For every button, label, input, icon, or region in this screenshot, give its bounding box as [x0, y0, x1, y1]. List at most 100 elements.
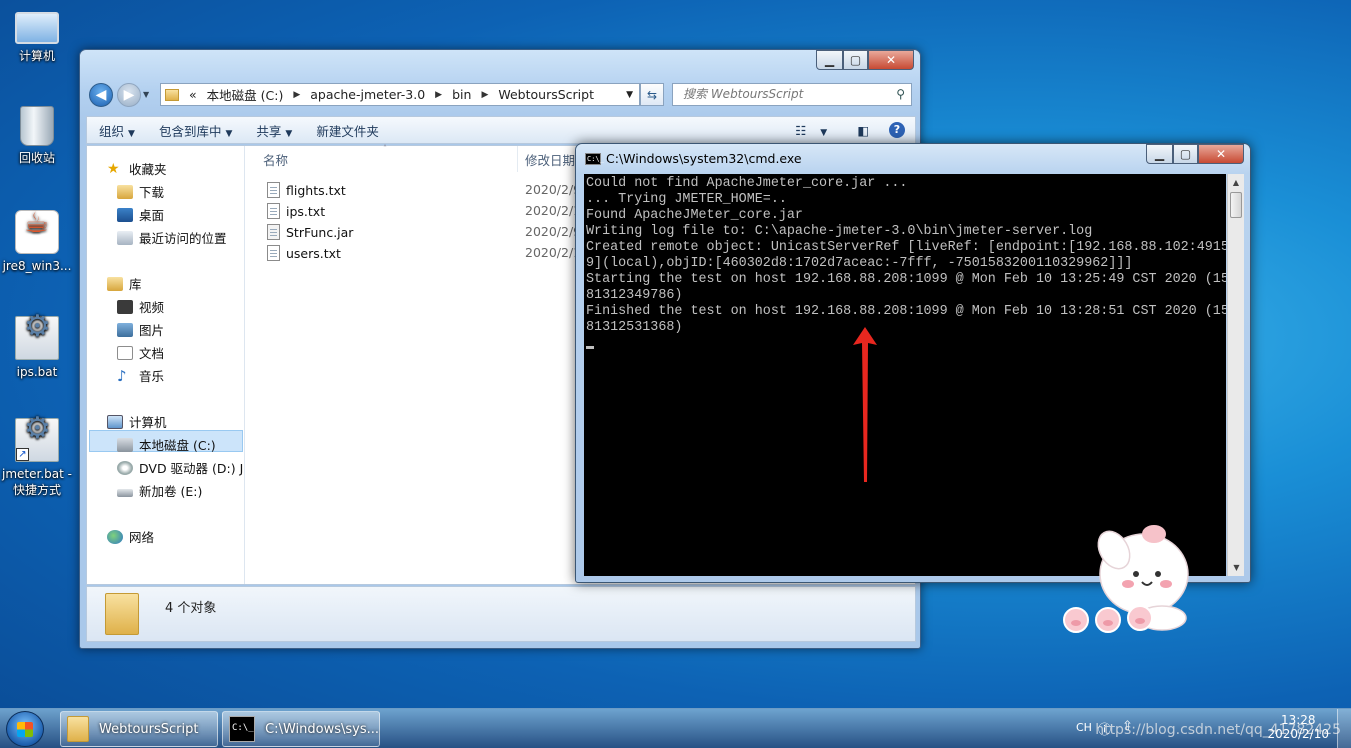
sidebar-item-drive-e[interactable]: 新加卷 (E:) — [117, 481, 202, 500]
desktop-icon-computer[interactable]: 计算机 — [0, 8, 74, 64]
sort-ascending-icon: ˄ — [383, 144, 387, 153]
organize-label: 组织 — [99, 123, 125, 139]
refresh-button[interactable]: ⇆ — [640, 83, 664, 106]
console-line: 81312349786) — [586, 288, 683, 303]
network-icon — [107, 529, 123, 544]
desktop-icon-jmeter-shortcut[interactable]: ↗ jmeter.bat - 快捷方式 — [0, 418, 74, 498]
file-date: 2020/2/9 — [525, 224, 582, 239]
scroll-thumb[interactable] — [1230, 192, 1242, 218]
minimize-button[interactable]: ▁ — [1146, 144, 1173, 164]
share-menu[interactable]: 共享 ▼ — [244, 121, 304, 140]
console-icon[interactable]: C:\_ — [585, 153, 604, 165]
sidebar-item-pictures[interactable]: 图片 — [117, 320, 164, 339]
desktop-icon-label: 快捷方式 — [12, 483, 61, 497]
breadcrumb-bin[interactable]: bin — [452, 87, 471, 102]
close-button[interactable]: ✕ — [868, 50, 914, 70]
libraries-icon — [107, 276, 123, 291]
organize-menu[interactable]: 组织 ▼ — [87, 121, 147, 140]
preview-pane-icon[interactable]: ◧ — [857, 123, 869, 138]
text-cursor — [586, 346, 594, 349]
sidebar-label: 收藏夹 — [129, 162, 167, 177]
file-row[interactable]: users.txt — [267, 245, 341, 261]
window-controls: ▁ ▢ ✕ — [816, 50, 914, 70]
breadcrumb-separator-icon[interactable]: ▶ — [435, 90, 442, 100]
taskbar-button-explorer[interactable]: WebtoursScript — [60, 711, 218, 747]
start-button[interactable] — [6, 711, 44, 747]
sidebar-item-computer[interactable]: 计算机 — [107, 412, 167, 431]
sidebar-item-downloads[interactable]: 下载 — [117, 182, 164, 201]
taskbar-button-cmd[interactable]: C:\_ C:\Windows\sys... — [222, 711, 380, 747]
new-folder-button[interactable]: 新建文件夹 — [304, 121, 391, 140]
language-indicator[interactable]: CH — [1076, 721, 1092, 734]
breadcrumb-separator-icon[interactable]: ▶ — [293, 90, 300, 100]
console-line: Finished the test on host 192.168.88.208… — [586, 304, 1226, 319]
taskbar-button-label: C:\Windows\sys... — [265, 721, 379, 737]
sidebar-item-drive-d[interactable]: DVD 驱动器 (D:) Jm — [117, 458, 245, 477]
sidebar-item-libraries[interactable]: 库 — [107, 274, 142, 293]
sidebar-item-music[interactable]: ♪ 音乐 — [117, 366, 164, 385]
sidebar-item-desktop[interactable]: 桌面 — [117, 205, 164, 224]
breadcrumb-jmeter[interactable]: apache-jmeter-3.0 — [310, 87, 425, 102]
sidebar-item-favorites[interactable]: ★ 收藏夹 — [107, 159, 167, 178]
console-line: Starting the test on host 192.168.88.208… — [586, 272, 1226, 287]
include-in-library-menu[interactable]: 包含到库中 ▼ — [147, 121, 244, 140]
details-pane: 4 个对象 — [86, 586, 916, 642]
address-bar[interactable]: « 本地磁盘 (C:) ▶ apache-jmeter-3.0 ▶ bin ▶ … — [160, 83, 640, 106]
refresh-icon: ⇆ — [646, 87, 658, 102]
console-output[interactable]: Could not find ApacheJmeter_core.jar ...… — [584, 174, 1226, 576]
file-row[interactable]: ips.txt — [267, 203, 325, 219]
search-input[interactable]: 搜索 WebtoursScript ⚲ — [672, 83, 912, 106]
forward-button[interactable]: ▶ — [117, 83, 141, 107]
documents-icon — [117, 345, 133, 360]
recent-pages-dropdown[interactable]: ▼ — [143, 90, 149, 99]
star-icon: ★ — [107, 160, 120, 177]
sidebar-label: DVD 驱动器 (D:) Jm — [139, 461, 245, 476]
sidebar-item-videos[interactable]: 视频 — [117, 297, 164, 316]
column-header-name[interactable]: 名称 — [263, 150, 288, 169]
breadcrumb-current[interactable]: WebtoursScript — [498, 87, 594, 102]
clock[interactable]: 13:28 2020/2/10 — [1267, 713, 1329, 741]
desktop-icon-label: jmeter.bat - — [2, 467, 72, 481]
desktop-icon-recycle-bin[interactable]: 回收站 — [0, 106, 74, 166]
maximize-button[interactable]: ▢ — [1173, 144, 1198, 164]
recycle-bin-icon — [20, 106, 54, 146]
computer-icon — [107, 414, 123, 429]
maximize-button[interactable]: ▢ — [843, 50, 868, 70]
scroll-down-icon[interactable]: ▼ — [1228, 559, 1245, 576]
window-controls: ▁ ▢ ✕ — [1146, 144, 1244, 164]
sidebar-item-drive-c[interactable]: 本地磁盘 (C:) — [117, 435, 216, 454]
taskbar-button-label: WebtoursScript — [99, 721, 199, 737]
sidebar-item-network[interactable]: 网络 — [107, 527, 154, 546]
desktop-icon-ips-bat[interactable]: ips.bat — [0, 316, 74, 380]
desktop-icon-label: ips.bat — [16, 365, 58, 379]
console-line: Could not find ApacheJmeter_core.jar ... — [586, 176, 908, 191]
view-options-icon[interactable]: ☷ ▼ — [795, 123, 837, 138]
desktop-icon-jre[interactable]: jre8_win3... — [0, 210, 74, 274]
breadcrumb-separator-icon[interactable]: ▶ — [481, 90, 488, 100]
column-divider[interactable] — [517, 146, 518, 172]
window-title: C:\Windows\system32\cmd.exe — [606, 151, 802, 166]
console-line: 81312531368) — [586, 320, 683, 335]
sidebar-label: 下载 — [139, 185, 165, 200]
downloads-folder-icon — [117, 184, 133, 199]
show-desktop-button[interactable] — [1337, 709, 1351, 748]
breadcrumb-drive[interactable]: 本地磁盘 (C:) — [207, 85, 284, 104]
column-header-date[interactable]: 修改日期 — [525, 150, 575, 169]
help-icon[interactable]: ? — [889, 122, 905, 138]
chevron-down-icon[interactable]: ▼ — [626, 90, 633, 100]
file-row[interactable]: flights.txt — [267, 182, 346, 198]
file-row[interactable]: StrFunc.jar — [267, 224, 353, 240]
vertical-scrollbar[interactable]: ▲ ▼ — [1227, 174, 1244, 576]
search-icon[interactable]: ⚲ — [896, 84, 905, 105]
breadcrumb-prefix[interactable]: « — [189, 87, 197, 102]
sidebar-item-recent[interactable]: 最近访问的位置 — [117, 228, 227, 247]
drive-icon — [117, 488, 133, 497]
desktop-icon — [117, 207, 133, 222]
include-label: 包含到库中 — [158, 123, 222, 139]
back-button[interactable]: ◀ — [89, 83, 113, 107]
close-button[interactable]: ✕ — [1198, 144, 1244, 164]
sidebar-item-documents[interactable]: 文档 — [117, 343, 164, 362]
minimize-button[interactable]: ▁ — [816, 50, 843, 70]
scroll-up-icon[interactable]: ▲ — [1228, 174, 1244, 191]
clock-date: 2020/2/10 — [1267, 727, 1329, 741]
